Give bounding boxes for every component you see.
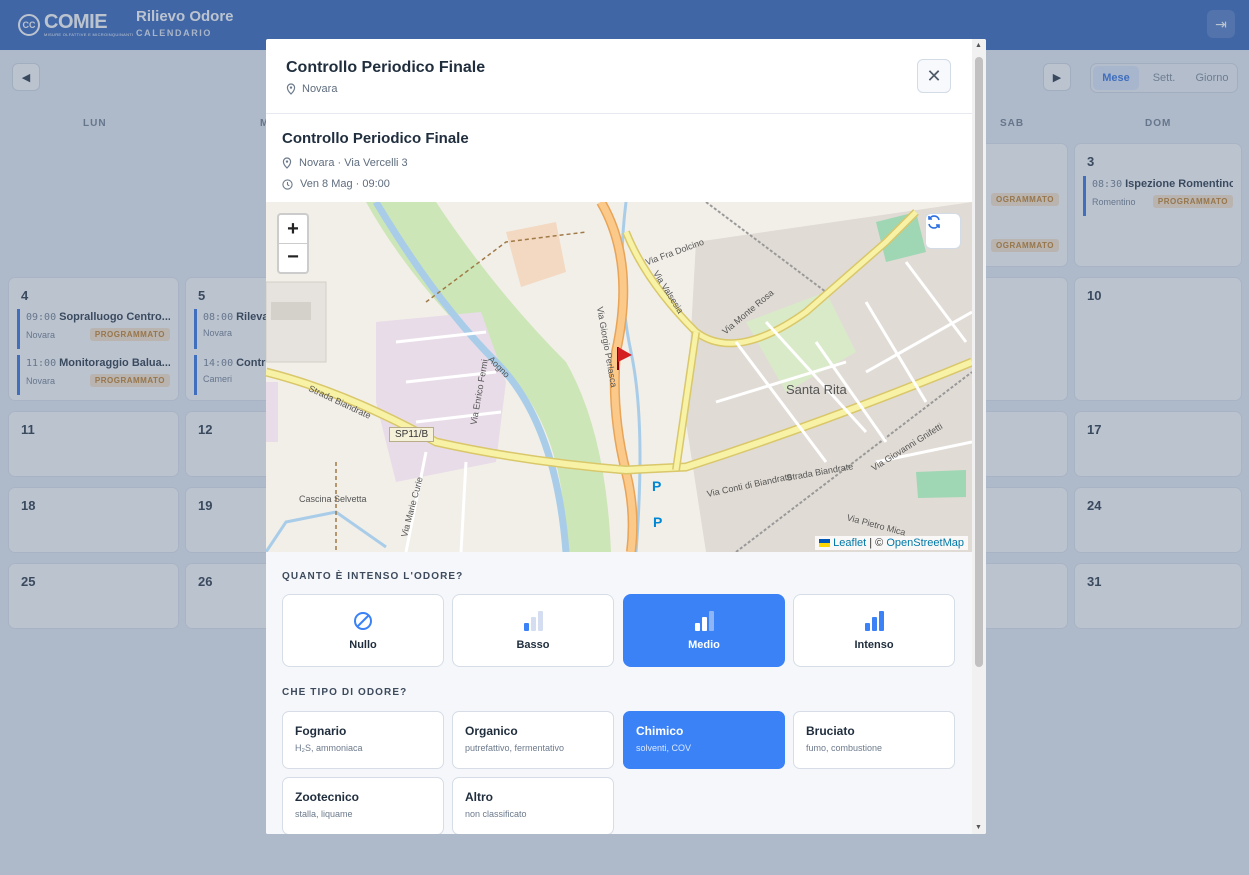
odor-type-desc: non classificato [465, 809, 527, 819]
odor-type-title: Organico [465, 724, 518, 738]
osm-link[interactable]: OpenStreetMap [886, 537, 964, 549]
odor-type-title: Fognario [295, 724, 347, 738]
parking-icon: P [652, 478, 662, 494]
parking-icon: P [653, 514, 663, 530]
modal-location-text: Novara [302, 83, 338, 95]
map-tiles [266, 202, 972, 552]
location-pin-icon [286, 83, 296, 95]
odor-type-desc: fumo, combustione [806, 743, 883, 753]
odor-type-desc: stalla, liquame [295, 809, 353, 819]
scrollbar-thumb[interactable] [975, 57, 983, 667]
intensity-nullo-button[interactable]: Nullo [282, 594, 444, 667]
odor-type-title: Bruciato [806, 724, 855, 738]
none-circle-icon [354, 611, 372, 630]
odor-type-desc: putrefattivo, fermentativo [465, 743, 565, 753]
leaflet-link[interactable]: Leaflet [833, 537, 866, 549]
odor-type-organico-button[interactable]: Organico putrefattivo, fermentativo [452, 711, 614, 769]
info-datetime: Ven 8 Mag · 09:00 [300, 178, 390, 190]
map-attribution: Leaflet | © OpenStreetMap [815, 536, 968, 550]
bars-2-icon [694, 610, 714, 631]
attribution-sep: | © [866, 537, 887, 549]
close-icon: ✕ [926, 65, 942, 86]
location-pin-icon [282, 157, 292, 169]
odor-type-bruciato-button[interactable]: Bruciato fumo, combustione [793, 711, 955, 769]
refresh-icon [928, 215, 940, 229]
modal-title: Controllo Periodico Finale [286, 59, 486, 76]
modal-location: Novara [286, 83, 337, 95]
odor-type-title: Zootecnico [295, 790, 360, 804]
zoom-out-button[interactable]: − [279, 243, 307, 271]
odor-type-title: Chimico [636, 724, 684, 738]
intensity-option-label: Nullo [349, 638, 377, 651]
odor-type-desc: solventi, COV [636, 743, 692, 753]
event-modal: Controllo Periodico Finale Novara ✕ Cont… [266, 39, 986, 834]
zoom-in-button[interactable]: + [279, 215, 307, 243]
map-label-sp11b: SP11/B [389, 427, 435, 442]
odor-type-altro-button[interactable]: Altro non classificato [452, 777, 614, 834]
intensity-intenso-button[interactable]: Intenso [793, 594, 955, 667]
map-refresh-button[interactable] [925, 213, 961, 249]
bars-1-icon [523, 610, 543, 631]
odor-type-desc: H₂S, ammoniaca [295, 743, 363, 753]
modal-scrollbar[interactable]: ▲ ▼ [972, 39, 986, 834]
clock-icon [282, 178, 293, 190]
zoom-control: + − [277, 213, 309, 274]
odor-type-title: Altro [465, 790, 493, 804]
ukraine-flag-icon [819, 539, 831, 548]
close-button[interactable]: ✕ [917, 59, 951, 93]
odor-type-chimico-button[interactable]: Chimico solventi, COV [623, 711, 785, 769]
scroll-down-icon[interactable]: ▼ [975, 824, 982, 831]
intensity-medio-button[interactable]: Medio [623, 594, 785, 667]
bars-3-icon [864, 610, 884, 631]
location-map[interactable]: Santa Rita Aogno Strada Biandrate SP11/B… [266, 202, 972, 552]
info-address: Novara · Via Vercelli 3 [299, 157, 408, 169]
intensity-label: QUANTO È INTENSO L'ODORE? [282, 571, 464, 582]
info-datetime-row: Ven 8 Mag · 09:00 [282, 178, 390, 190]
info-address-row: Novara · Via Vercelli 3 [282, 157, 408, 169]
intensity-option-label: Basso [516, 638, 550, 651]
modal-header: Controllo Periodico Finale Novara ✕ [266, 39, 972, 114]
map-label-cascina-selvetta: Cascina Selvetta [299, 494, 367, 504]
intensity-basso-button[interactable]: Basso [452, 594, 614, 667]
intensity-option-label: Intenso [854, 638, 894, 651]
map-label-santa-rita: Santa Rita [786, 382, 847, 397]
odor-type-label: CHE TIPO DI ODORE? [282, 687, 408, 698]
info-title: Controllo Periodico Finale [282, 130, 469, 147]
intensity-option-label: Medio [688, 638, 720, 651]
odor-type-fognario-button[interactable]: Fognario H₂S, ammoniaca [282, 711, 444, 769]
odor-type-zootecnico-button[interactable]: Zootecnico stalla, liquame [282, 777, 444, 834]
scroll-up-icon[interactable]: ▲ [975, 42, 982, 49]
